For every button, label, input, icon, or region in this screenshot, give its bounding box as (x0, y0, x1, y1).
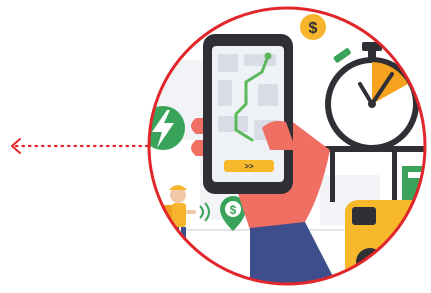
smartphone: >> (203, 34, 296, 194)
destination-pin-icon (264, 52, 272, 60)
coin-dollar-label: $ (309, 20, 318, 37)
stopwatch-icon (325, 42, 419, 151)
shelf (318, 146, 425, 152)
pin-dollar-label: $ (230, 203, 237, 217)
dollar-coin-icon: $ (300, 14, 326, 40)
illustration-circle: $ >> $ (147, 6, 427, 286)
dotted-left-arrow-icon (11, 138, 150, 154)
phone-action-label: >> (244, 162, 254, 171)
delivery-illustration: $ >> $ (11, 6, 427, 286)
